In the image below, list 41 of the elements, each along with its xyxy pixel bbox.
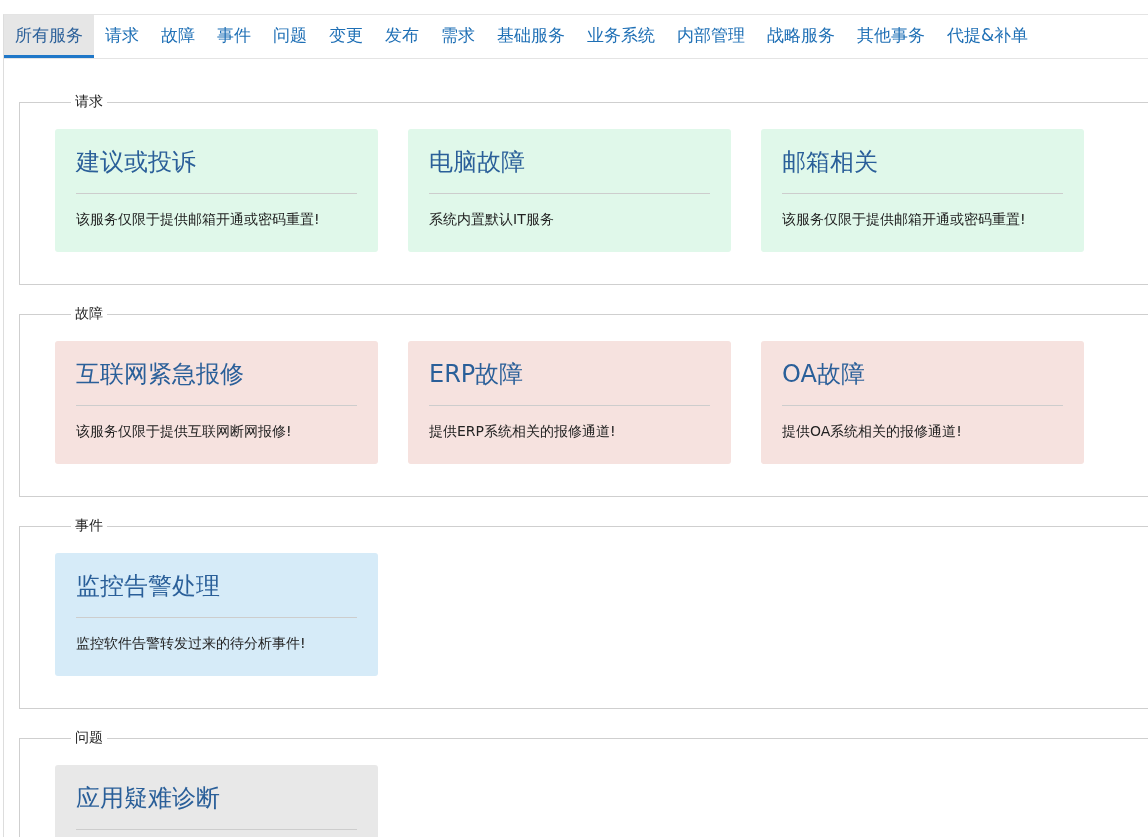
section-title: 事件 [75,517,103,533]
category-tab[interactable]: 变更 [318,15,374,58]
category-tab[interactable]: 请求 [94,15,150,58]
service-card[interactable]: 电脑故障 系统内置默认IT服务 [408,129,731,252]
card-title: 应用疑难诊断 [76,783,221,814]
service-card[interactable]: 应用疑难诊断 [55,765,378,837]
card-description: 系统内置默认IT服务 [429,211,555,229]
card-description: 提供OA系统相关的报修通道! [782,423,963,441]
card-title: 邮箱相关 [782,147,879,178]
service-card[interactable]: OA故障 提供OA系统相关的报修通道! [761,341,1084,464]
category-tab[interactable]: 所有服务 [4,15,94,58]
category-tab[interactable]: 基础服务 [486,15,576,58]
service-card[interactable]: 互联网紧急报修 该服务仅限于提供互联网断网报修! [55,341,378,464]
section-title: 故障 [75,305,103,321]
card-title: OA故障 [782,359,866,390]
section-title: 问题 [75,729,103,745]
category-tab[interactable]: 其他事务 [846,15,936,58]
card-description: 监控软件告警转发过来的待分析事件! [76,635,307,653]
service-card[interactable]: ERP故障 提供ERP系统相关的报修通道! [408,341,731,464]
card-description: 该服务仅限于提供邮箱开通或密码重置! [782,211,1027,229]
card-title: 电脑故障 [429,147,526,178]
card-description: 提供ERP系统相关的报修通道! [429,423,617,441]
category-tab[interactable]: 内部管理 [666,15,756,58]
category-tab[interactable]: 问题 [262,15,318,58]
category-tab[interactable]: 需求 [430,15,486,58]
category-tab[interactable]: 故障 [150,15,206,58]
category-tab[interactable]: 代提&补单 [936,15,1040,58]
category-tab[interactable]: 战略服务 [756,15,846,58]
card-title: 监控告警处理 [76,571,221,602]
card-title: ERP故障 [429,359,525,390]
category-tab[interactable]: 事件 [206,15,262,58]
card-description: 该服务仅限于提供邮箱开通或密码重置! [76,211,321,229]
service-card[interactable]: 邮箱相关 该服务仅限于提供邮箱开通或密码重置! [761,129,1084,252]
card-description: 该服务仅限于提供互联网断网报修! [76,423,293,441]
section-title: 请求 [75,93,103,109]
service-card[interactable]: 建议或投诉 该服务仅限于提供邮箱开通或密码重置! [55,129,378,252]
card-title: 互联网紧急报修 [76,359,245,390]
category-tab[interactable]: 发布 [374,15,430,58]
service-card[interactable]: 监控告警处理 监控软件告警转发过来的待分析事件! [55,553,378,676]
category-tab[interactable]: 业务系统 [576,15,666,58]
card-title: 建议或投诉 [76,147,197,178]
